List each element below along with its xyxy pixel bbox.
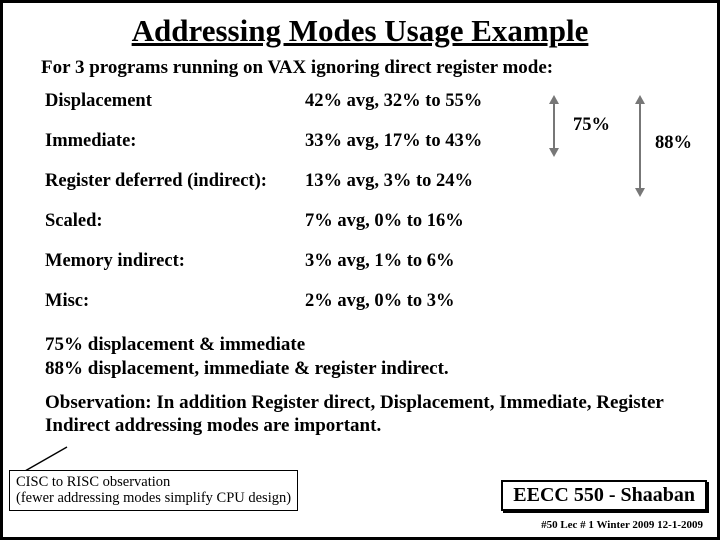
mode-label: Memory indirect: [45,251,305,272]
observation-text: Observation: In addition Register direct… [33,391,687,439]
mode-label: Displacement [45,91,305,112]
slide-title: Addressing Modes Usage Example [33,13,687,49]
note-line: 88% displacement, immediate & register i… [45,357,687,381]
footer-text: #50 Lec # 1 Winter 2009 12-1-2009 [541,519,703,531]
table-row: Misc: 2% avg, 0% to 3% [45,291,687,331]
modes-table: Displacement 42% avg, 32% to 55% Immedia… [33,91,687,331]
mode-value: 2% avg, 0% to 3% [305,291,535,312]
table-row: Immediate: 33% avg, 17% to 43% [45,131,687,171]
table-row: Register deferred (indirect): 13% avg, 3… [45,171,687,211]
mode-value: 33% avg, 17% to 43% [305,131,535,152]
mode-label: Scaled: [45,211,305,232]
mode-label: Immediate: [45,131,305,152]
cisc-line: (fewer addressing modes simplify CPU des… [16,490,291,507]
bracket-arrow-75 [553,97,555,155]
mode-value: 7% avg, 0% to 16% [305,211,535,232]
mode-value: 3% avg, 1% to 6% [305,251,535,272]
note-line: 75% displacement & immediate [45,333,687,357]
percent-annotation-75: 75% [573,115,610,136]
percent-annotation-88: 88% [655,133,692,154]
slide: Addressing Modes Usage Example For 3 pro… [0,0,720,540]
table-row: Memory indirect: 3% avg, 1% to 6% [45,251,687,291]
summary-notes: 75% displacement & immediate 88% displac… [33,333,687,381]
table-row: Scaled: 7% avg, 0% to 16% [45,211,687,251]
mode-value: 13% avg, 3% to 24% [305,171,535,192]
cisc-note-box: CISC to RISC observation (fewer addressi… [9,470,298,511]
slide-subtitle: For 3 programs running on VAX ignoring d… [33,57,687,79]
bracket-arrow-88 [639,97,641,195]
cisc-line: CISC to RISC observation [16,474,291,491]
mode-value: 42% avg, 32% to 55% [305,91,535,112]
mode-label: Misc: [45,291,305,312]
mode-label: Register deferred (indirect): [45,171,305,192]
course-box: EECC 550 - Shaaban [501,480,707,511]
